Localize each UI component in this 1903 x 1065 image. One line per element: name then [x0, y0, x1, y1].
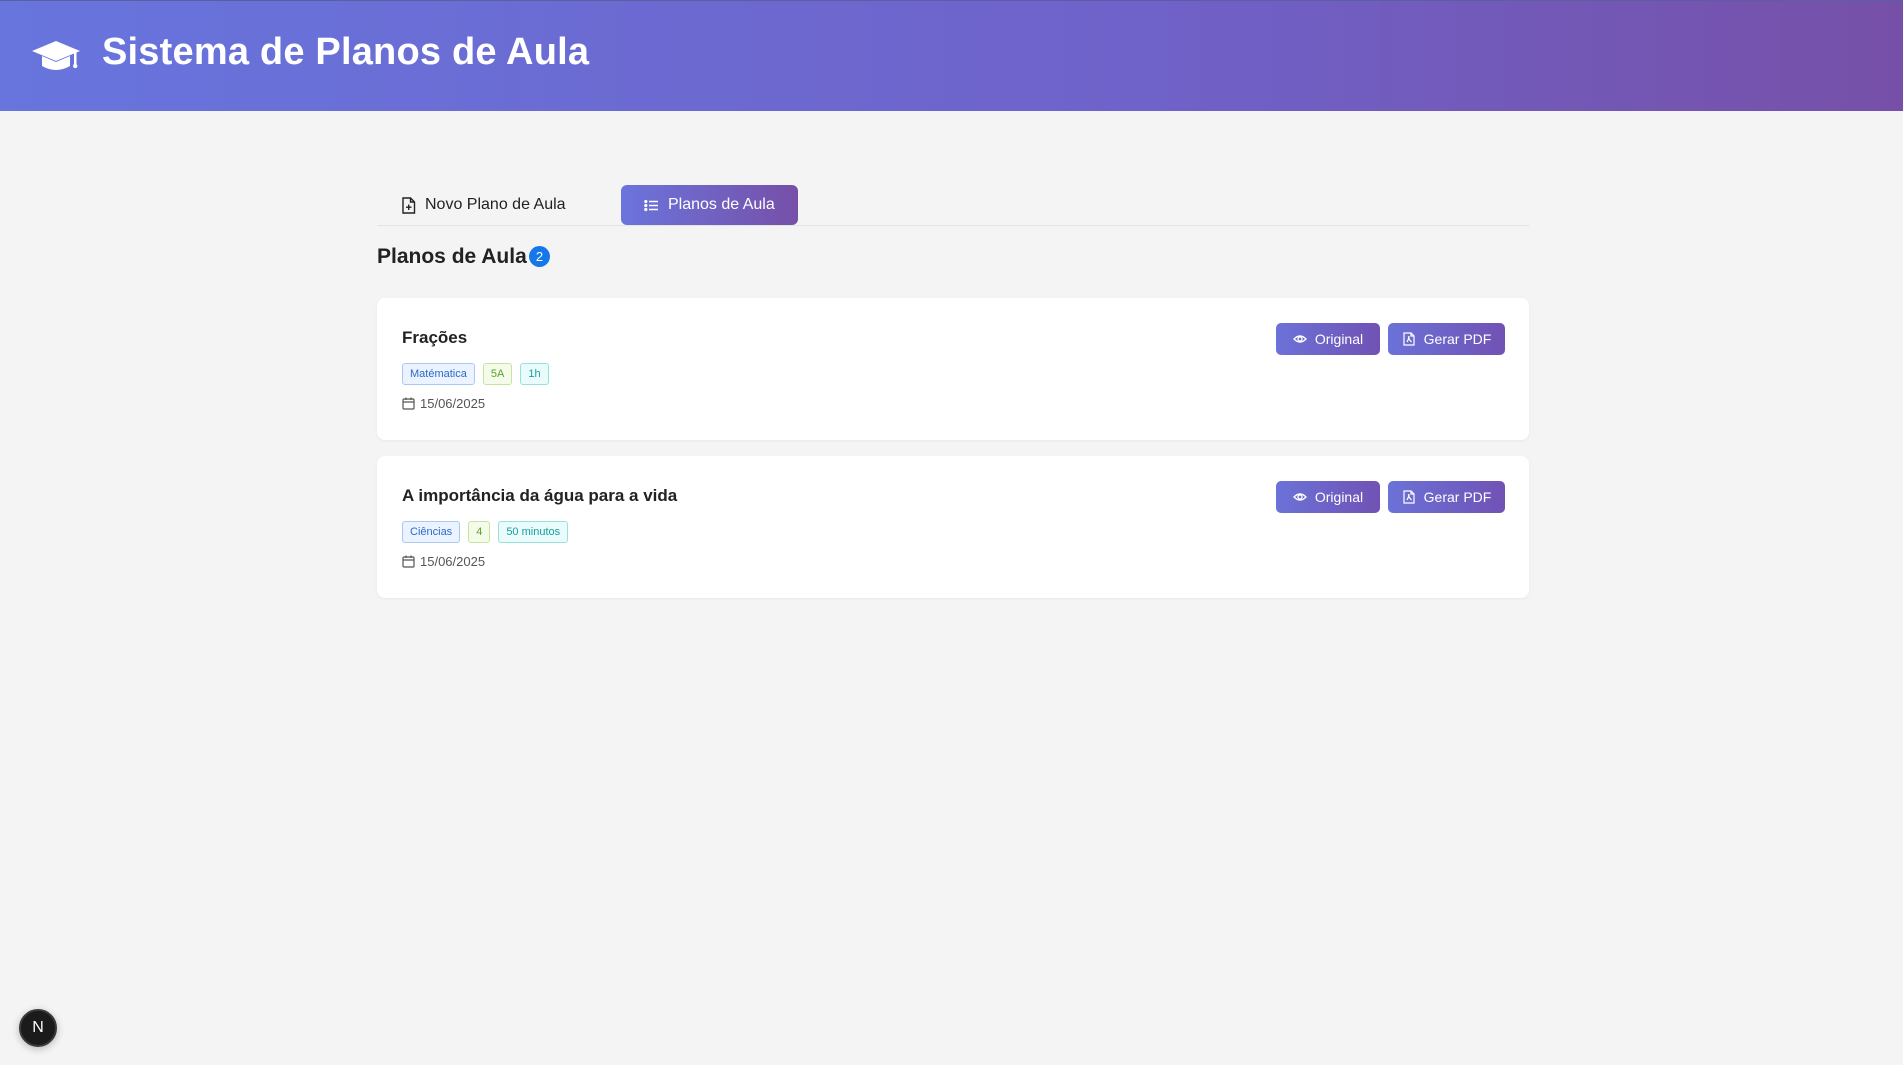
duration-tag: 50 minutos — [498, 521, 569, 543]
generate-pdf-button[interactable]: Gerar PDF — [1388, 323, 1505, 355]
calendar-icon — [402, 397, 415, 410]
date-text: 15/06/2025 — [420, 554, 486, 569]
file-plus-icon — [402, 196, 416, 214]
eye-icon — [1292, 335, 1307, 343]
app-header: Sistema de Planos de Aula — [0, 0, 1903, 111]
tab-bar: Novo Plano de Aula Planos de Aula — [377, 185, 1529, 226]
plan-tags: Ciências 4 50 minutos — [402, 521, 569, 543]
plan-date: 15/06/2025 — [402, 396, 485, 411]
plan-title: Frações — [402, 328, 468, 347]
tab-label: Planos de Aula — [668, 196, 775, 213]
plan-tags: Matématica 5A 1h — [402, 363, 549, 385]
tab-lesson-plans[interactable]: Planos de Aula — [621, 185, 798, 225]
section-title: Planos de Aula — [377, 245, 527, 268]
lesson-plan-card: Frações Matématica 5A 1h 15/06/2025 Orig… — [377, 298, 1529, 440]
file-pdf-icon — [1403, 332, 1415, 346]
calendar-icon — [402, 555, 415, 568]
duration-tag: 1h — [520, 363, 549, 385]
subject-tag: Matématica — [402, 363, 475, 385]
eye-icon — [1292, 493, 1307, 501]
subject-tag: Ciências — [402, 521, 461, 543]
app-title: Sistema de Planos de Aula — [102, 31, 590, 73]
view-original-button[interactable]: Original — [1276, 481, 1380, 513]
view-original-button[interactable]: Original — [1276, 323, 1380, 355]
list-icon — [644, 199, 658, 211]
count-badge: 2 — [529, 246, 550, 267]
lesson-plan-card: A importância da água para a vida Ciênci… — [377, 456, 1529, 598]
button-label: Original — [1314, 489, 1364, 505]
dev-tools-badge[interactable]: N — [19, 1009, 57, 1047]
tab-label: Novo Plano de Aula — [425, 196, 566, 213]
tab-new-lesson-plan[interactable]: Novo Plano de Aula — [377, 185, 577, 225]
generate-pdf-button[interactable]: Gerar PDF — [1388, 481, 1505, 513]
button-label: Gerar PDF — [1423, 331, 1492, 347]
graduation-cap-icon — [32, 41, 80, 70]
plan-date: 15/06/2025 — [402, 554, 485, 569]
button-label: Original — [1314, 331, 1364, 347]
grade-tag: 5A — [482, 363, 513, 385]
date-text: 15/06/2025 — [420, 396, 486, 411]
file-pdf-icon — [1403, 490, 1415, 504]
grade-tag: 4 — [468, 521, 491, 543]
button-label: Gerar PDF — [1423, 489, 1492, 505]
plan-title: A importância da água para a vida — [402, 486, 678, 505]
